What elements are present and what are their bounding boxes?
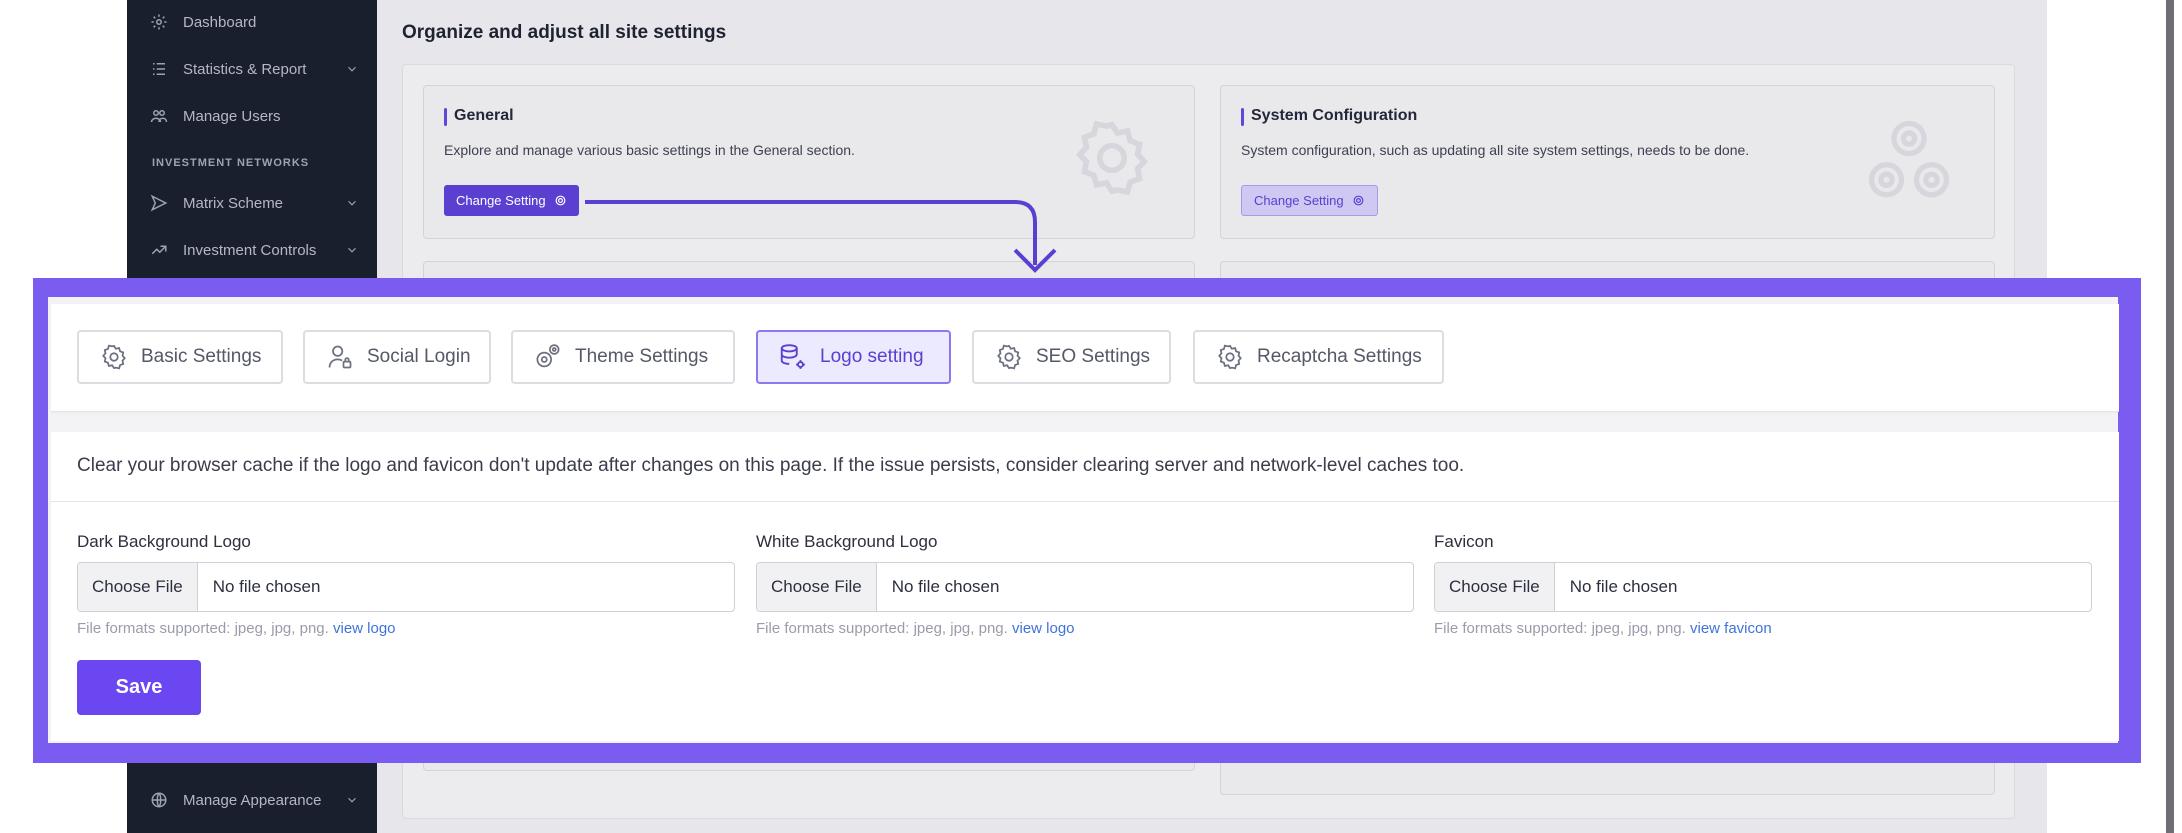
help-text: File formats supported: jpeg, jpg, png. [1434, 620, 1686, 637]
logo-settings-content: Clear your browser cache if the logo and… [51, 432, 2119, 741]
tab-social-login[interactable]: Social Login [303, 330, 491, 384]
dark-logo-file-input[interactable]: Choose File No file chosen [77, 562, 735, 612]
field-help: File formats supported: jpeg, jpg, png. … [1434, 620, 2092, 637]
dark-background-logo-field: Dark Background Logo Choose File No file… [77, 532, 735, 637]
save-button[interactable]: Save [77, 660, 201, 715]
favicon-field: Favicon Choose File No file chosen File … [1434, 532, 2092, 637]
tab-label: Theme Settings [575, 346, 709, 367]
settings-tabbar: Basic Settings Social Login Theme Settin… [51, 304, 2119, 412]
field-label: Favicon [1434, 532, 1494, 551]
tab-label: Social Login [367, 346, 471, 367]
cache-notice: Clear your browser cache if the logo and… [77, 455, 1465, 476]
favicon-file-input[interactable]: Choose File No file chosen [1434, 562, 2092, 612]
database-gear-icon [778, 342, 808, 372]
gear-icon [994, 342, 1024, 372]
view-favicon-link[interactable]: view favicon [1690, 620, 1772, 637]
field-help: File formats supported: jpeg, jpg, png. … [756, 620, 1414, 637]
choose-file-button[interactable]: Choose File [78, 563, 198, 611]
white-logo-file-input[interactable]: Choose File No file chosen [756, 562, 1414, 612]
gear-icon [1215, 342, 1245, 372]
tab-logo-setting[interactable]: Logo setting [756, 330, 951, 384]
field-help: File formats supported: jpeg, jpg, png. … [77, 620, 735, 637]
divider [51, 501, 2119, 502]
gears-icon [533, 342, 563, 372]
view-logo-link[interactable]: view logo [333, 620, 396, 637]
user-lock-icon [325, 342, 355, 372]
field-label: Dark Background Logo [77, 532, 251, 551]
file-status: No file chosen [891, 577, 1000, 596]
tab-label: Logo setting [820, 346, 924, 367]
tab-label: Recaptcha Settings [1257, 346, 1422, 367]
tab-seo-settings[interactable]: SEO Settings [972, 330, 1171, 384]
file-status: No file chosen [212, 577, 321, 596]
tab-theme-settings[interactable]: Theme Settings [511, 330, 735, 384]
tab-label: Basic Settings [141, 346, 262, 367]
gear-icon [99, 342, 129, 372]
file-status: No file chosen [1569, 577, 1678, 596]
tab-basic-settings[interactable]: Basic Settings [77, 330, 283, 384]
tab-label: SEO Settings [1036, 346, 1151, 367]
help-text: File formats supported: jpeg, jpg, png. [756, 620, 1008, 637]
choose-file-button[interactable]: Choose File [1435, 563, 1555, 611]
tab-recaptcha-settings[interactable]: Recaptcha Settings [1193, 330, 1444, 384]
choose-file-button[interactable]: Choose File [757, 563, 877, 611]
white-background-logo-field: White Background Logo Choose File No fil… [756, 532, 1414, 637]
view-logo-link[interactable]: view logo [1012, 620, 1075, 637]
help-text: File formats supported: jpeg, jpg, png. [77, 620, 329, 637]
field-label: White Background Logo [756, 532, 938, 551]
